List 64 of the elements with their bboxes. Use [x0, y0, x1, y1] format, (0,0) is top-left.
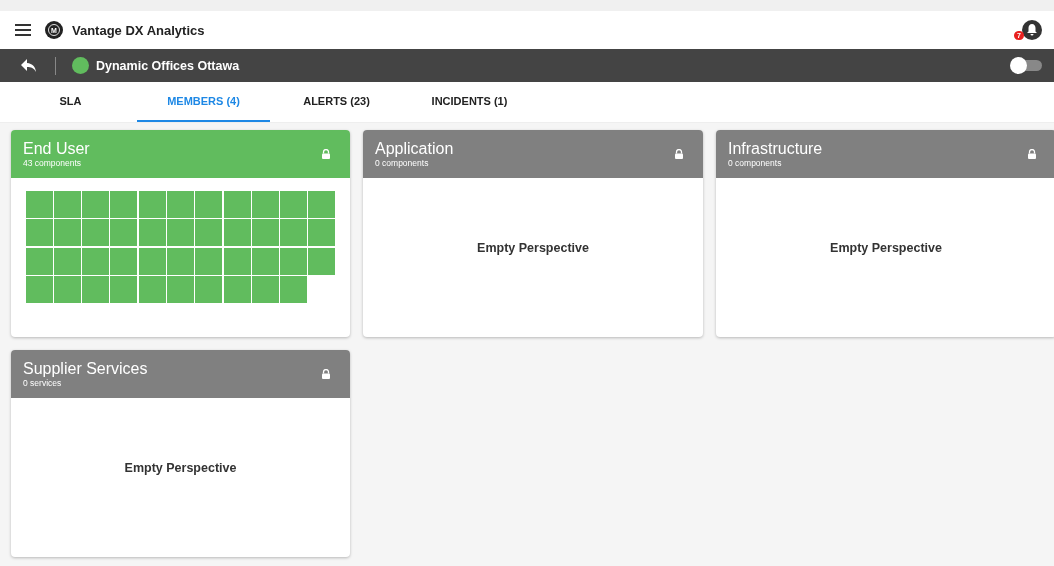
empty-message: Empty Perspective [124, 460, 237, 475]
component-tile[interactable] [25, 219, 53, 247]
component-tile[interactable] [138, 275, 166, 303]
app-title: Vantage DX Analytics [72, 22, 205, 38]
component-tile[interactable] [223, 275, 251, 303]
component-tile[interactable] [195, 219, 223, 247]
component-tile[interactable] [280, 219, 308, 247]
component-tile[interactable] [110, 247, 138, 275]
menu-icon[interactable] [15, 23, 31, 37]
card-subtitle: 43 components [23, 158, 83, 168]
tab[interactable]: MEMBERS (4) [137, 82, 270, 122]
bell-icon[interactable] [1022, 20, 1042, 40]
component-tile[interactable] [167, 191, 194, 218]
component-tile[interactable] [138, 219, 166, 247]
empty-message: Empty Perspective [477, 240, 589, 255]
tab[interactable]: INCIDENTS (1) [403, 82, 536, 122]
component-tile[interactable] [223, 219, 251, 247]
component-tile[interactable] [308, 247, 336, 275]
component-tile[interactable] [82, 191, 110, 218]
component-tile[interactable] [53, 219, 81, 247]
component-tile[interactable] [280, 247, 308, 275]
toggle-switch[interactable] [1012, 60, 1042, 71]
card-title: Supplier Services [23, 360, 149, 378]
component-tile[interactable] [53, 191, 81, 218]
component-tile[interactable] [25, 247, 53, 275]
component-tile[interactable] [110, 191, 138, 218]
component-tile[interactable] [195, 247, 223, 275]
component-tile[interactable] [138, 191, 166, 218]
component-tile[interactable] [167, 219, 194, 247]
component-tile[interactable] [82, 247, 110, 275]
card-title: End User [23, 140, 91, 158]
component-tile[interactable] [82, 275, 110, 303]
tab[interactable]: SLA [4, 82, 137, 122]
component-tile[interactable] [308, 219, 336, 247]
component-tile[interactable] [280, 275, 308, 303]
component-tile[interactable] [25, 191, 53, 218]
component-tile[interactable] [251, 191, 279, 218]
component-tile[interactable] [167, 275, 194, 303]
component-tile[interactable] [251, 219, 279, 247]
back-arrow-icon[interactable] [21, 58, 37, 73]
component-tile[interactable] [195, 275, 223, 303]
card-title: Infrastructure [728, 140, 824, 158]
component-tile[interactable] [308, 191, 336, 218]
component-tile[interactable] [110, 219, 138, 247]
component-tile[interactable] [195, 191, 223, 218]
component-tile[interactable] [138, 247, 166, 275]
card-subtitle: 0 components [375, 158, 430, 168]
component-tile[interactable] [25, 275, 53, 303]
component-tile[interactable] [167, 247, 194, 275]
component-tile[interactable] [251, 275, 279, 303]
component-tile[interactable] [280, 191, 308, 218]
card-title: Application [375, 140, 455, 158]
tab[interactable]: ALERTS (23) [270, 82, 403, 122]
component-tile[interactable] [82, 219, 110, 247]
component-tile[interactable] [110, 275, 138, 303]
card-subtitle: 0 services [23, 378, 63, 388]
card-subtitle: 0 components [728, 158, 783, 168]
component-tile[interactable] [251, 247, 279, 275]
component-tile[interactable] [53, 247, 81, 275]
component-tile[interactable] [223, 247, 251, 275]
context-name: Dynamic Offices Ottawa [96, 58, 240, 73]
component-tile[interactable] [53, 275, 81, 303]
component-tile[interactable] [223, 191, 251, 218]
empty-message: Empty Perspective [830, 240, 942, 255]
